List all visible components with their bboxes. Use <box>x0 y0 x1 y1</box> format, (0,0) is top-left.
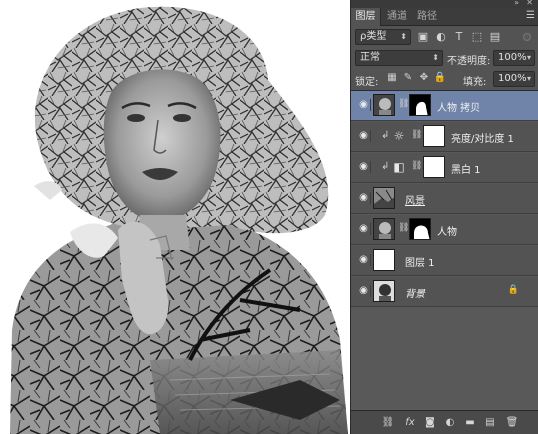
chevron-down-icon: ⬍ <box>400 32 407 41</box>
double-exposure-artwork <box>10 6 348 434</box>
shape-filter-icon[interactable]: ⬚ <box>469 30 485 44</box>
pixel-filter-icon[interactable]: ▣ <box>415 30 431 44</box>
layer-name[interactable]: 背景 <box>405 285 425 300</box>
filter-toggle-icon[interactable] <box>523 33 531 41</box>
layers-bottom-toolbar: ⛓ fx ◙ ◐ ▬ ▤ 🗑 <box>351 410 538 434</box>
fill-value: 100% <box>498 73 527 84</box>
layer-row[interactable]: ◉ ⛓ 人物 拷贝 <box>351 91 538 121</box>
layer-mask-thumbnail[interactable] <box>409 94 431 116</box>
fill-input[interactable]: 100% ▾ <box>493 71 535 87</box>
layer-name[interactable]: 亮度/对比度 1 <box>451 130 514 145</box>
black-white-adjustment-icon: ◧ <box>393 160 405 174</box>
landscape-thumb-icon <box>374 188 394 208</box>
eye-icon[interactable]: ◉ <box>357 254 371 266</box>
tab-paths[interactable]: 路径 <box>413 8 441 26</box>
layer-name[interactable]: 人物 <box>437 223 457 238</box>
filter-kind-value: ρ类型 <box>360 31 387 42</box>
layer-row[interactable]: ◉ ↲ ◧ ⛓ 黑白 1 <box>351 153 538 183</box>
brightness-contrast-icon: ☼ <box>393 129 405 143</box>
panel-title-strip: » ✕ <box>351 0 538 8</box>
layer-name[interactable]: 风景 <box>405 192 425 207</box>
layer-thumbnail <box>373 187 395 209</box>
panel-tabs: 图层 通道 路径 ☰ <box>351 8 538 26</box>
eye-icon[interactable]: ◉ <box>357 223 371 235</box>
layer-thumbnail <box>373 94 395 116</box>
panel-menu-icon[interactable]: ☰ <box>526 10 535 21</box>
smart-object-filter-icon[interactable]: ▤ <box>487 30 503 44</box>
blend-mode-dropdown[interactable]: 正常 ⬍ <box>355 50 443 66</box>
link-icon[interactable]: ⛓ <box>411 161 422 171</box>
add-mask-icon[interactable]: ◙ <box>423 416 437 430</box>
layer-name[interactable]: 图层 1 <box>405 254 435 269</box>
lock-icon: 🔒 <box>507 285 519 295</box>
document-canvas[interactable] <box>0 0 350 434</box>
blend-row: 正常 ⬍ 不透明度: 100% ▾ <box>351 48 538 68</box>
fx-icon[interactable]: fx <box>403 416 417 430</box>
fill-label: 填充: <box>463 77 487 88</box>
layer-thumbnail <box>373 218 395 240</box>
layer-row[interactable]: ◉ 风景 <box>351 184 538 214</box>
blend-mode-value: 正常 <box>360 52 380 63</box>
tab-layers[interactable]: 图层 <box>351 8 381 26</box>
filter-kind-dropdown[interactable]: ρ类型 ⬍ <box>355 29 411 45</box>
layers-list: ◉ ⛓ 人物 拷贝 ◉ ↲ ☼ ⛓ 亮度/对比度 1 ◉ ↲ ◧ ⛓ 黑白 1 … <box>351 90 538 410</box>
layer-name[interactable]: 黑白 1 <box>451 161 481 176</box>
layer-name[interactable]: 人物 拷贝 <box>437 99 480 114</box>
lock-row: 锁定: ▦ ✎ ✥ 🔒 填充: 100% ▾ <box>351 69 538 89</box>
opacity-input[interactable]: 100% ▾ <box>493 50 535 66</box>
layer-thumbnail <box>373 280 395 302</box>
portrait-thumb-icon <box>374 95 394 115</box>
link-layers-icon[interactable]: ⛓ <box>381 416 395 430</box>
close-icon[interactable]: ✕ <box>526 0 533 7</box>
mask-silhouette-icon <box>416 102 428 115</box>
layer-row[interactable]: ◉ ⛓ 人物 <box>351 215 538 245</box>
trash-icon[interactable]: 🗑 <box>505 416 519 430</box>
new-layer-icon[interactable]: ▤ <box>483 416 497 430</box>
link-icon[interactable]: ⛓ <box>411 130 422 140</box>
adjustment-filter-icon[interactable]: ◐ <box>433 30 449 44</box>
chevron-down-icon: ▾ <box>526 74 531 83</box>
collapse-icon[interactable]: » <box>514 0 519 7</box>
tab-channels[interactable]: 通道 <box>383 8 411 26</box>
type-filter-icon[interactable]: T <box>451 30 467 44</box>
layer-thumbnail <box>373 249 395 271</box>
link-icon[interactable]: ⛓ <box>398 223 409 233</box>
portrait-thumb-icon <box>374 281 394 301</box>
clipping-mask-icon: ↲ <box>381 130 390 141</box>
link-icon[interactable]: ⛓ <box>398 99 409 109</box>
layer-mask-thumbnail[interactable] <box>423 156 445 178</box>
layer-row[interactable]: ◉ 背景 🔒 <box>351 277 538 307</box>
eye-icon[interactable]: ◉ <box>357 130 371 142</box>
lock-transparency-icon[interactable]: ▦ <box>385 71 399 85</box>
lock-label: 锁定: <box>355 77 379 88</box>
lock-position-icon[interactable]: ✥ <box>417 71 431 85</box>
layer-mask-thumbnail[interactable] <box>409 218 431 240</box>
new-adjustment-icon[interactable]: ◐ <box>443 416 457 430</box>
opacity-label: 不透明度: <box>447 56 491 67</box>
filter-row: ρ类型 ⬍ ▣ ◐ T ⬚ ▤ <box>351 27 538 47</box>
opacity-value: 100% <box>498 52 527 63</box>
layer-row[interactable]: ◉ 图层 1 <box>351 246 538 276</box>
clipping-mask-icon: ↲ <box>381 161 390 172</box>
new-group-icon[interactable]: ▬ <box>463 416 477 430</box>
layer-mask-thumbnail[interactable] <box>423 125 445 147</box>
lock-brush-icon[interactable]: ✎ <box>401 71 415 85</box>
eye-icon[interactable]: ◉ <box>357 161 371 173</box>
layer-row[interactable]: ◉ ↲ ☼ ⛓ 亮度/对比度 1 <box>351 122 538 152</box>
mask-silhouette-icon <box>414 225 430 239</box>
chevron-down-icon: ▾ <box>526 53 531 62</box>
eye-icon[interactable]: ◉ <box>357 192 371 204</box>
layers-panel: » ✕ 图层 通道 路径 ☰ ρ类型 ⬍ ▣ ◐ T ⬚ ▤ 正常 ⬍ 不透明度… <box>350 0 538 434</box>
portrait-thumb-icon <box>374 219 394 239</box>
chevron-down-icon: ⬍ <box>432 53 439 62</box>
lock-all-icon[interactable]: 🔒 <box>433 71 447 85</box>
eye-icon[interactable]: ◉ <box>357 285 371 297</box>
eye-icon[interactable]: ◉ <box>357 99 371 111</box>
